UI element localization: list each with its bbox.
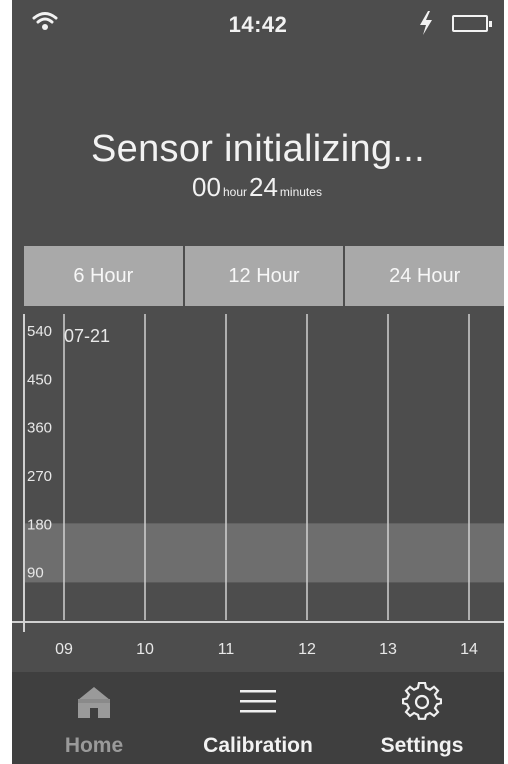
tab-6-hour[interactable]: 6 Hour	[24, 246, 183, 306]
y-tick-label: 180	[27, 516, 52, 533]
date-label: 07-21	[64, 326, 110, 346]
menu-lines-icon	[238, 682, 278, 727]
y-tick-label: 360	[27, 420, 52, 437]
elapsed-time: 00 hour24 minutes	[12, 172, 504, 203]
x-tick-label: 14	[460, 641, 478, 658]
y-tick-label: 90	[27, 565, 44, 582]
nav-calibration[interactable]: Calibration	[176, 672, 340, 764]
sensor-status-title: Sensor initializing...	[91, 128, 425, 170]
nav-home-label: Home	[64, 734, 124, 757]
gear-icon	[401, 681, 443, 727]
nav-settings[interactable]: Settings	[340, 672, 504, 764]
x-tick-label: 09	[55, 641, 73, 658]
x-tick-label: 10	[136, 641, 154, 658]
y-tick-label: 270	[27, 468, 52, 485]
y-tick-label: 540	[27, 323, 52, 340]
lightning-icon	[418, 10, 434, 41]
app-screen: 14:42 Sensor initializing... 00 hour24 min…	[12, 0, 504, 764]
nav-calibration-label: Calibration	[203, 734, 313, 757]
nav-home[interactable]: Home	[12, 672, 176, 764]
bottom-nav: Home Calibration Settings	[12, 672, 504, 764]
target-range-band	[24, 523, 504, 583]
range-tabs: 6 Hour 12 Hour 24 Hour	[24, 246, 504, 306]
tab-12-hour[interactable]: 12 Hour	[182, 246, 344, 306]
battery-icon	[452, 15, 492, 32]
x-tick-label: 12	[298, 641, 316, 658]
x-tick-label: 11	[218, 641, 235, 658]
tab-24-hour[interactable]: 24 Hour	[343, 246, 504, 306]
y-tick-label: 450	[27, 371, 52, 388]
status-bar: 14:42	[12, 0, 504, 50]
elapsed-minutes: 24	[249, 172, 278, 202]
elapsed-hours-unit: hour	[222, 185, 247, 199]
elapsed-hours: 00	[192, 172, 221, 202]
home-icon	[74, 682, 114, 727]
nav-settings-label: Settings	[380, 734, 464, 757]
x-tick-label: 13	[379, 641, 397, 658]
glucose-chart: 540 450 360 270 180 90 07-21 09 10 11 12 13 14	[12, 314, 504, 658]
elapsed-minutes-unit: minutes	[279, 185, 322, 199]
